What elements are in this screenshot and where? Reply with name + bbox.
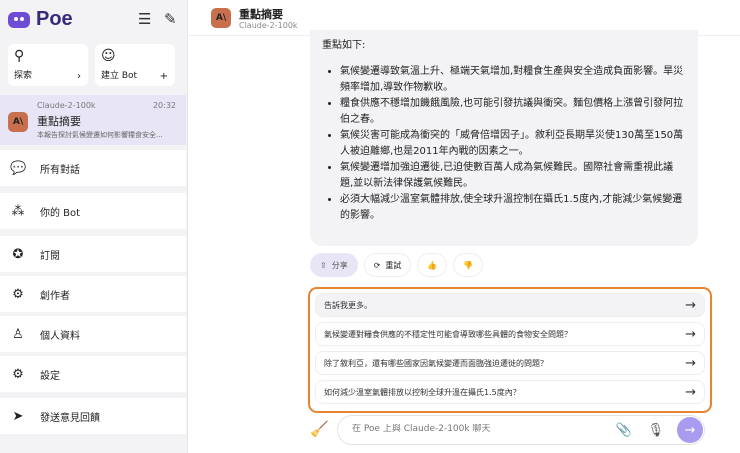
thumbs-down-button[interactable]: 👎 (453, 253, 484, 277)
creators-icon: ⚙ (12, 286, 24, 302)
microphone-icon[interactable]: 🎙 (647, 423, 664, 438)
thumbs-up-icon: 👍 (427, 260, 438, 270)
plus-icon: + (159, 71, 168, 82)
sidebar-item-creators[interactable]: ⚙ 創作者 (0, 276, 186, 312)
chat-icon: 💬 (10, 160, 27, 176)
suggested-replies: 告訴我更多。 → 氣候變遷對糧食供應的不穩定性可能會導致哪些具體的食物安全問題？ →… (308, 287, 712, 413)
bot-message: 重點如下: 氣候變遷導致氣溫上升、極端天氣增加,對糧食生產與安全造成負面影響。旱… (310, 30, 698, 246)
suggestion-item[interactable]: 告訴我更多。 → (315, 293, 705, 317)
thumbs-down-icon: 👎 (463, 260, 474, 270)
sidebar-item-all-chats[interactable]: 💬 所有對話 (0, 150, 186, 186)
bots-icon: ⁂ (11, 203, 25, 219)
list-item: 氣候變遷導致氣溫上升、極端天氣增加,對糧食生產與安全造成負面影響。旱災頻率增加,… (340, 64, 686, 96)
arrow-right-icon: → (684, 422, 696, 438)
sidebar-item-your-bots[interactable]: ⁂ 你的 Bot (0, 193, 186, 229)
attach-icon[interactable]: 📎 (616, 423, 632, 438)
message-input-box: 📎 🎙 → (337, 415, 705, 445)
bot-add-icon: ☺ (101, 48, 116, 64)
gear-icon: ⚙ (12, 366, 24, 382)
list-item: 糧食供應不穩增加饑餓風險,也可能引發抗議與衝突。麵包價格上漲曾引發阿拉伯之春。 (340, 96, 686, 128)
send-button[interactable]: → (677, 417, 703, 443)
sidebar-item-profile[interactable]: ♙ 個人資料 (0, 316, 186, 352)
thumbs-up-button[interactable]: 👍 (417, 253, 448, 277)
message-input[interactable] (352, 424, 582, 434)
arrow-right-icon: → (685, 355, 696, 371)
clear-context-broom-icon[interactable]: 🧹 (310, 420, 329, 438)
retry-icon: ⟳ (373, 260, 381, 270)
suggestion-item[interactable]: 氣候變遷對糧食供應的不穩定性可能會導致哪些具體的食物安全問題？ → (315, 322, 705, 346)
arrow-right-icon: → (685, 297, 696, 313)
claude-avatar: A\ (211, 8, 231, 28)
chevron-right-icon: › (77, 71, 81, 82)
list-item: 氣候災害可能成為衝突的「威脅倍增因子」。敘利亞長期旱災使130萬至150萬人被迫… (340, 128, 686, 160)
bot-name[interactable]: Claude-2-100k (239, 21, 298, 30)
search-icon: ⚲ (14, 48, 25, 64)
share-icon: ⇪ (320, 260, 327, 270)
menu-icon[interactable]: ☰ (138, 10, 151, 28)
poe-logo[interactable]: Poe (8, 8, 73, 31)
explore-button[interactable]: ⚲ 探索 › (8, 44, 88, 86)
new-chat-icon[interactable]: ✎ (164, 10, 177, 28)
subscribe-icon: ✪ (12, 246, 24, 262)
claude-avatar: A\ (8, 112, 28, 132)
poe-logo-icon (8, 11, 30, 28)
create-bot-button[interactable]: ☺ 建立 Bot + (95, 44, 175, 86)
sidebar-item-subscribe[interactable]: ✪ 訂閱 (0, 236, 186, 272)
list-item: 氣候變遷增加強迫遷徙,已迫使數百萬人成為氣候難民。國際社會需重視此議題,並以新法… (340, 160, 686, 192)
list-item: 必須大幅減少溫室氣體排放,使全球升溫控制在攝氏1.5度內,才能減少氣候變遷的影響… (340, 192, 686, 224)
chat-item[interactable]: A\ Claude-2-100k 20:32 重點摘要 本報告探討氣候變遷如何影… (0, 95, 186, 145)
arrow-right-icon: → (685, 384, 696, 400)
arrow-right-icon: → (685, 326, 696, 342)
suggestion-item[interactable]: 除了敘利亞，還有哪些國家因氣候變遷而面臨強迫遷徙的問題？ → (315, 351, 705, 375)
sidebar-item-settings[interactable]: ⚙ 設定 (0, 356, 186, 392)
sidebar: Poe ☰ ✎ ⚲ 探索 › ☺ 建立 Bot + A\ Claude-2-100k 2… (0, 0, 188, 453)
sidebar-item-feedback[interactable]: ➤ 發送意見回饋 (0, 398, 186, 434)
user-icon: ♙ (12, 326, 24, 342)
share-button[interactable]: ⇪ 分享 (310, 253, 358, 277)
suggestion-item[interactable]: 如何減少溫室氣體排放以控制全球升溫在攝氏1.5度內？ → (315, 380, 705, 404)
send-icon: ➤ (12, 408, 24, 424)
retry-button[interactable]: ⟳ 重試 (363, 253, 412, 277)
chat-title[interactable]: 重點摘要 (239, 6, 283, 22)
